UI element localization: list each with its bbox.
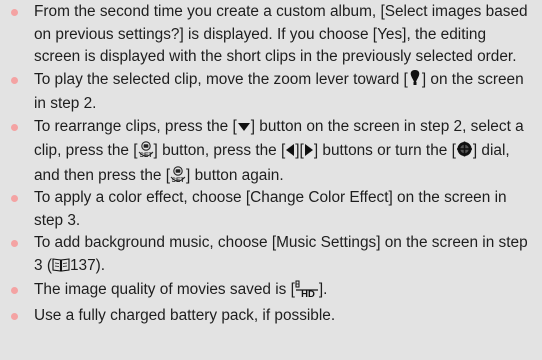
note-text: To play the selected clip, move the zoom… [34,70,408,88]
func-set-icon: SET [138,141,154,160]
hd-movie-quality-icon: HD [295,280,319,305]
bullet [11,9,18,16]
note-text: To add background music, choose [Music S… [34,234,528,274]
note-text: ][ [295,142,304,159]
note-text: ] button, press the [ [153,142,286,159]
note-text: Use a fully charged battery pack, if pos… [34,306,336,324]
note-item: To play the selected clip, move the zoom… [0,69,542,116]
notes-list: From the second time you create a custom… [0,0,542,327]
note-item: From the second time you create a custom… [0,1,542,69]
note-text: To apply a color effect, choose [Change … [34,189,507,229]
magnifier-playback-icon [408,69,422,94]
left-arrow-icon [285,142,295,165]
right-arrow-icon [304,142,314,165]
note-text: ). [95,256,106,274]
down-arrow-icon [237,118,251,141]
note-text: To rearrange clips, press the [ [34,117,237,135]
note-text: ]. [318,281,328,298]
note-item: Use a fully charged battery pack, if pos… [0,305,542,328]
page-reference: 137 [69,256,96,274]
control-dial-icon [456,141,473,165]
bullet [11,123,18,131]
bullet [11,76,18,84]
note-text: From the second time you create a custom… [34,3,528,65]
note-item: To add background music, choose [Music S… [0,232,542,279]
note-text: ] button again. [186,166,284,184]
bullet [11,240,18,247]
bullet [11,287,18,294]
bullet [11,195,18,202]
func-set-icon: SET [170,165,186,185]
note-item: The image quality of movies saved is [ HD… [0,279,542,305]
book-icon [52,257,70,280]
bullet [11,312,18,320]
note-text: ] buttons or turn the [ [313,142,456,159]
note-text: The image quality of movies saved is [ [34,281,295,298]
note-item: To apply a color effect, choose [Change … [0,187,542,232]
note-item: To rearrange clips, press the [ ] button … [0,116,542,188]
svg-text:HD: HD [301,289,315,297]
